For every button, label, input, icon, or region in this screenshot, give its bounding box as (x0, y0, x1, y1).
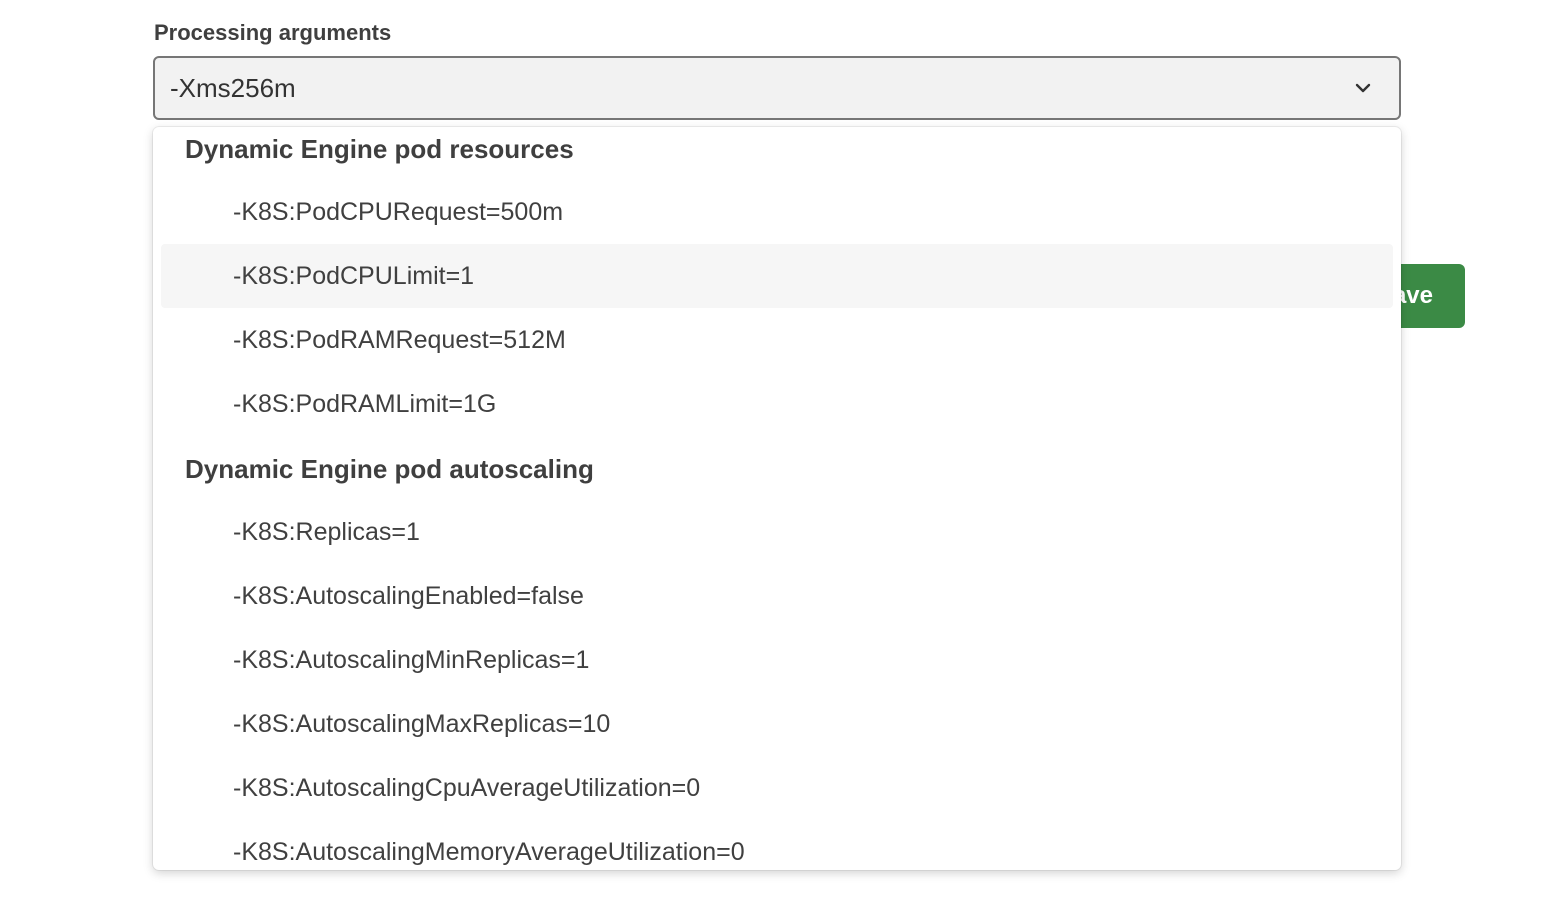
option-label: -K8S:AutoscalingMinReplicas=1 (233, 646, 590, 674)
option-autoscaling-min-replicas[interactable]: -K8S:AutoscalingMinReplicas=1 (161, 628, 1393, 692)
option-pod-ram-limit[interactable]: -K8S:PodRAMLimit=1G (161, 372, 1393, 436)
option-label: -K8S:AutoscalingMaxReplicas=10 (233, 710, 611, 738)
option-label: -K8S:PodRAMRequest=512M (233, 326, 566, 354)
dropdown-menu: Dynamic Engine pod resources -K8S:PodCPU… (153, 127, 1401, 870)
option-pod-cpu-limit[interactable]: -K8S:PodCPULimit=1 (161, 244, 1393, 308)
option-autoscaling-max-replicas[interactable]: -K8S:AutoscalingMaxReplicas=10 (161, 692, 1393, 756)
settings-page: Processing arguments -Xms256m ave Dynami… (0, 0, 1562, 899)
chevron-down-icon[interactable] (1351, 76, 1375, 100)
selected-value: -Xms256m (170, 73, 296, 103)
option-pod-ram-request[interactable]: -K8S:PodRAMRequest=512M (161, 308, 1393, 372)
processing-arguments-select[interactable]: -Xms256m (153, 56, 1401, 120)
option-autoscaling-cpu-utilization[interactable]: -K8S:AutoscalingCpuAverageUtilization=0 (161, 756, 1393, 820)
processing-arguments-label: Processing arguments (154, 20, 392, 45)
option-label: -K8S:PodCPULimit=1 (233, 262, 475, 290)
option-pod-cpu-request[interactable]: -K8S:PodCPURequest=500m (161, 180, 1393, 244)
option-label: -K8S:Replicas=1 (233, 518, 420, 546)
option-label: -K8S:AutoscalingCpuAverageUtilization=0 (233, 774, 701, 802)
option-replicas[interactable]: -K8S:Replicas=1 (161, 500, 1393, 564)
option-label: -K8S:AutoscalingMemoryAverageUtilization… (233, 838, 745, 866)
option-autoscaling-enabled[interactable]: -K8S:AutoscalingEnabled=false (161, 564, 1393, 628)
option-label: -K8S:PodCPURequest=500m (233, 198, 564, 226)
option-autoscaling-memory-utilization[interactable]: -K8S:AutoscalingMemoryAverageUtilization… (161, 820, 1393, 870)
option-label: -K8S:AutoscalingEnabled=false (233, 582, 584, 610)
option-label: -K8S:PodRAMLimit=1G (233, 390, 497, 418)
